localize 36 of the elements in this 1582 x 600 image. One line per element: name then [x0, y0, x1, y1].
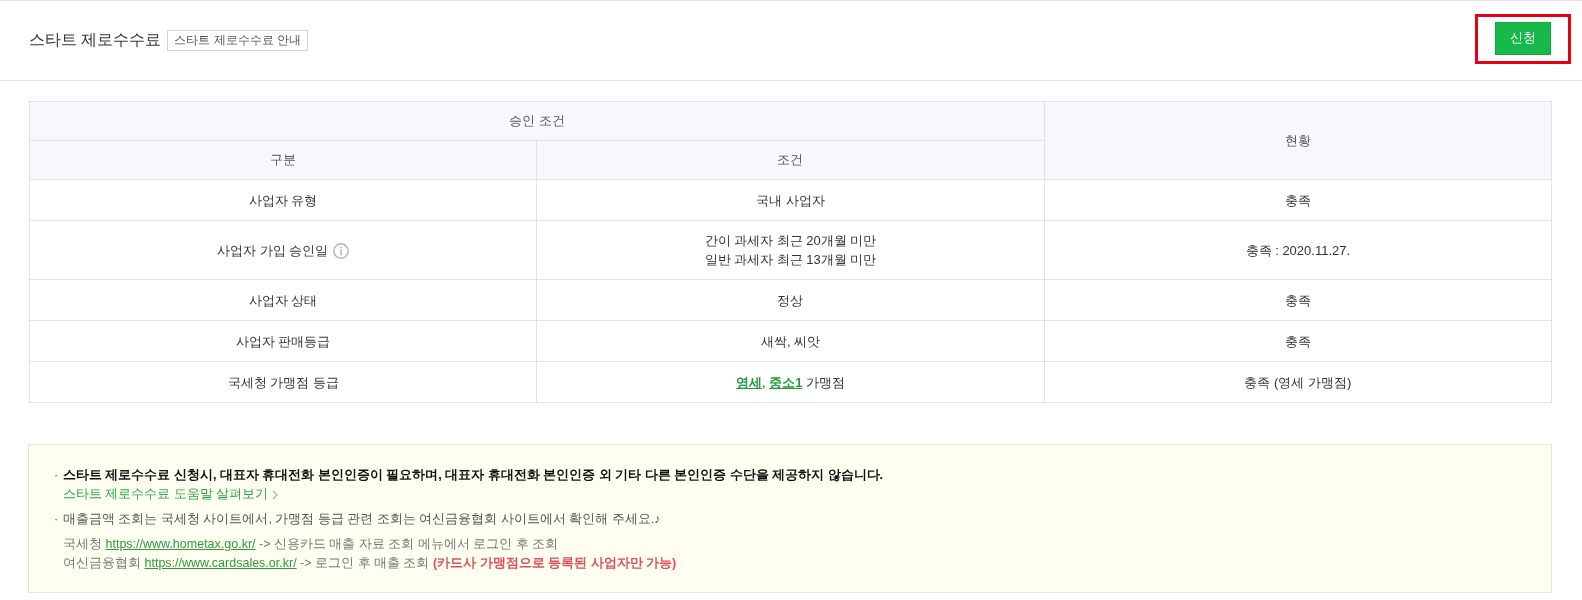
table-cell: 충족 — [1284, 192, 1311, 208]
column-header: 승인 조건 — [29, 101, 1045, 141]
url-link[interactable]: https://www.cardsales.or.kr/ — [144, 556, 297, 571]
table-cell-text: 새싹, 씨앗 — [759, 332, 822, 351]
bullet-mark: · — [54, 511, 58, 529]
table-cell-text: 사업자 유형 — [248, 192, 318, 211]
table-cell-text: 사업자 판매등급 — [235, 333, 331, 352]
grade-link[interactable]: 중소1 — [769, 374, 803, 390]
table-cell-text: 국내 사업자 — [755, 191, 826, 210]
column-header: 조건 — [536, 140, 1045, 180]
page-title: 스타트 제로수수료 — [29, 30, 162, 50]
chevron-right-icon — [272, 489, 279, 500]
url-link[interactable]: https://www.hometax.go.kr/ — [105, 537, 256, 552]
table-cell-text: 정상 — [776, 291, 805, 310]
grade-link[interactable]: 영세 — [735, 374, 762, 390]
info-icon[interactable] — [333, 242, 350, 259]
notice-detail: 여신금융협회 https://www.cardsales.or.kr/ -> 로그인 후 매출 조회 (카드사 가맹점으로 등록된 사업자만 가능) — [63, 555, 677, 573]
notice-detail: 국세청 https://www.hometax.go.kr/ -> 신용카드 매출 자료 조회 메뉴에서 로그인 후 조회 — [63, 536, 560, 554]
table-cell-text: 사업자 가입 승인일 — [217, 242, 329, 261]
bullet-mark: · — [54, 467, 58, 485]
table-cell-text: 사업자 상태 — [248, 292, 318, 311]
table-cell: 충족 — [1284, 333, 1311, 349]
table-cell-text: 영세, 중소1 가맹점 — [734, 373, 847, 392]
guide-button[interactable]: 스타트 제로수수료 안내 — [167, 30, 309, 51]
table-cell-text: 간이 과세자 최근 20개월 미만 — [703, 232, 878, 251]
help-link[interactable]: 스타트 제로수수료 도움말 살펴보기 — [63, 485, 279, 505]
column-header: 구분 — [29, 140, 537, 180]
table-cell: 충족 : 2020.11.27. — [1245, 242, 1351, 258]
notice-text: 스타트 제로수수료 신청시, 대표자 휴대전화 본인인증이 필요하며, 대표자 휴대전화 본인인증 외 기타 다른 본인인증 수단을 제공하지 않습니다. — [63, 467, 883, 485]
table-cell: 충족 (영세 가맹점) — [1244, 374, 1352, 390]
table-cell-text: 국세청 가맹점 등급 — [227, 374, 339, 393]
notice-text: 매출금액 조회는 국세청 사이트에서, 가맹점 등급 관련 조회는 여신금융협회 사이트에서 확인해 주세요.♪ — [63, 511, 661, 529]
apply-button[interactable]: 신청 — [1495, 21, 1551, 55]
table-cell: 충족 — [1284, 292, 1311, 308]
table-cell-text: 일반 과세자 최근 13개월 미만 — [703, 251, 878, 270]
column-header: 현황 — [1044, 101, 1552, 180]
